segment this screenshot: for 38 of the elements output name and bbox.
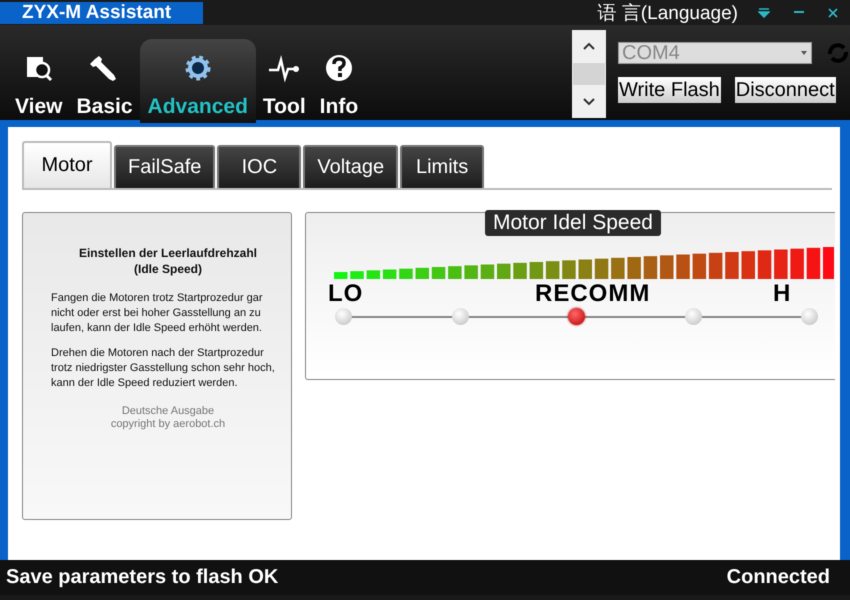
- setting-title: Motor Idel Speed: [485, 210, 661, 236]
- scale-label: RECOMM: [535, 280, 650, 308]
- status-message: Save parameters to flash OK: [6, 566, 278, 589]
- toolbar-button[interactable]: Tool: [256, 39, 313, 123]
- slider-stop[interactable]: [568, 308, 585, 325]
- pulse-icon: [267, 53, 302, 83]
- toolbar-button[interactable]: Basic: [69, 39, 140, 123]
- slider-stop[interactable]: [801, 308, 818, 325]
- scale-label: LO: [328, 280, 364, 308]
- action-button[interactable]: Write Flash: [618, 77, 721, 103]
- footer-note: Deutsche Ausgabe: [120, 405, 216, 418]
- scroll-up-icon[interactable]: [583, 42, 595, 50]
- language-menu[interactable]: 语 言(Language): [598, 0, 738, 26]
- help-title: Einstellen der Leerlaufdrehzahl (Idle Speed): [78, 245, 258, 277]
- tab[interactable]: FailSafe: [114, 145, 216, 188]
- footer-note: copyright by aerobot.ch: [110, 418, 226, 431]
- toolbar-button[interactable]: Advanced: [140, 39, 256, 123]
- slider-stop[interactable]: [452, 308, 468, 325]
- slider-stop[interactable]: [335, 308, 352, 325]
- connection-status: Connected: [726, 566, 830, 589]
- gear-icon: [182, 53, 213, 83]
- scale-label: H: [773, 280, 792, 308]
- action-button[interactable]: Disconnect: [734, 77, 836, 103]
- tab[interactable]: Limits: [400, 145, 484, 188]
- help-paragraph: Fangen die Motoren trotz Startprozedur gar nicht oder erst bei hoher Gasstellung an zu laufen, kann der Idle Speed erhöht werden.: [51, 291, 264, 336]
- scroll-thumb[interactable]: [573, 63, 605, 85]
- window-title: ZYX-M Assistant: [0, 2, 204, 24]
- minimize-icon[interactable]: [794, 11, 804, 14]
- scroll-down-icon[interactable]: [583, 98, 595, 106]
- help-paragraph: Drehen die Motoren nach der Startprozedur trotz niedrigster Gasstellung schon sehr hoch, kann der Idle Speed reduziert werden.: [51, 346, 276, 391]
- close-icon[interactable]: [828, 8, 838, 18]
- slider-stop[interactable]: [684, 308, 702, 325]
- tab[interactable]: Voltage: [303, 145, 398, 188]
- tab[interactable]: Motor: [22, 141, 112, 188]
- tab[interactable]: IOC: [217, 145, 302, 188]
- scrollbar[interactable]: [572, 30, 606, 118]
- help-icon: [324, 53, 354, 83]
- dropdown-icon[interactable]: [758, 8, 770, 18]
